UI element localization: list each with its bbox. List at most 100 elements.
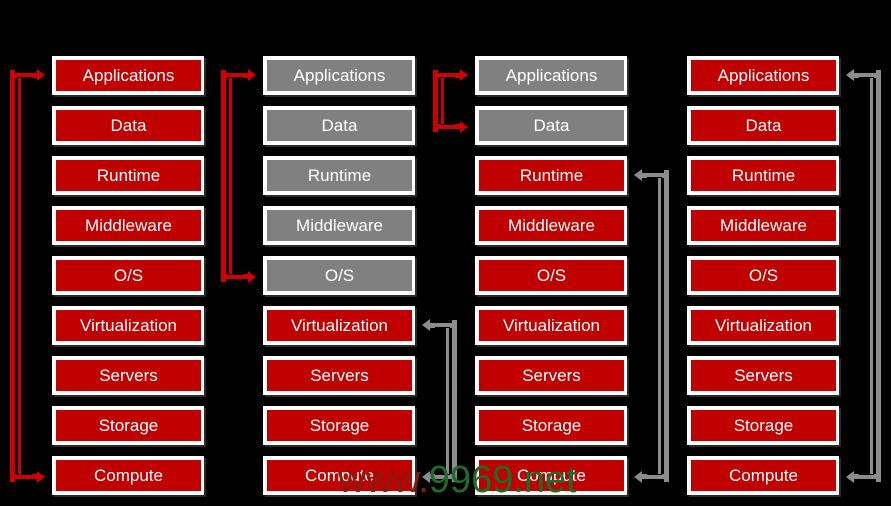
bracket-spine — [433, 69, 438, 132]
bracket-arrowhead-bottom — [248, 270, 256, 283]
layer-box-middleware[interactable]: Middleware — [263, 206, 415, 245]
layer-box-o-s[interactable]: O/S — [263, 256, 415, 295]
bracket-groove-top — [859, 76, 874, 78]
bracket-arm-bottom — [429, 473, 457, 479]
layer-box-data[interactable]: Data — [263, 106, 415, 145]
bracket-groove-top — [228, 76, 243, 78]
layer-box-label: Virtualization — [714, 316, 813, 335]
column-3-bracket-left-red — [433, 68, 468, 133]
layer-box-label: Virtualization — [502, 316, 601, 335]
bracket-groove-vertical — [449, 326, 450, 475]
layer-box-applications[interactable]: Applications — [687, 56, 839, 95]
layer-box-label: Applications — [82, 66, 175, 85]
layer-box-label: O/S — [748, 266, 779, 285]
layer-box-label: Applications — [505, 66, 598, 85]
layer-box-storage[interactable]: Storage — [475, 406, 627, 445]
layer-box-runtime[interactable]: Runtime — [52, 156, 204, 195]
layer-box-label: Runtime — [519, 166, 584, 185]
layer-box-compute[interactable]: Compute — [52, 456, 204, 495]
layer-box-label: Middleware — [296, 216, 383, 235]
layer-box-label: Compute — [305, 466, 374, 485]
layer-box-virtualization[interactable]: Virtualization — [52, 306, 204, 345]
column-2: Applications Data Runtime Middleware O/S Virt… — [263, 56, 415, 506]
bracket-arrowhead-top — [422, 318, 430, 331]
layer-box-label: Runtime — [96, 166, 161, 185]
column-1: Applications Data Runtime Middleware O/S Virt… — [52, 56, 204, 506]
layer-box-label: Servers — [99, 366, 158, 385]
layer-box-data[interactable]: Data — [52, 106, 204, 145]
bracket-arrowhead-top — [460, 68, 468, 81]
column-4: Applications Data Runtime Middleware O/S Virt… — [687, 56, 839, 506]
layer-box-label: Data — [533, 116, 570, 135]
layer-box-applications[interactable]: Applications — [475, 56, 627, 95]
layer-box-label: O/S — [536, 266, 567, 285]
bracket-arm-top — [433, 72, 461, 78]
layer-box-middleware[interactable]: Middleware — [687, 206, 839, 245]
bracket-spine — [221, 69, 226, 282]
layer-box-storage[interactable]: Storage — [263, 406, 415, 445]
bracket-spine-inner — [870, 72, 873, 479]
layer-box-label: O/S — [113, 266, 144, 285]
layer-box-virtualization[interactable]: Virtualization — [263, 306, 415, 345]
layer-box-applications[interactable]: Applications — [52, 56, 204, 95]
bracket-groove-bottom — [17, 473, 32, 475]
bracket-arm-top — [853, 72, 881, 78]
bracket-arm-top — [221, 72, 249, 78]
layer-box-label: Applications — [717, 66, 810, 85]
layer-box-servers[interactable]: Servers — [687, 356, 839, 395]
layer-box-label: Compute — [94, 466, 163, 485]
bracket-arrowhead-top — [37, 68, 45, 81]
bracket-arm-bottom — [853, 473, 881, 479]
layer-box-virtualization[interactable]: Virtualization — [475, 306, 627, 345]
layer-box-label: Storage — [309, 416, 370, 435]
layer-box-label: Storage — [733, 416, 794, 435]
layer-box-runtime[interactable]: Runtime — [687, 156, 839, 195]
layer-box-o-s[interactable]: O/S — [475, 256, 627, 295]
bracket-arrowhead-bottom — [460, 120, 468, 133]
layer-box-servers[interactable]: Servers — [263, 356, 415, 395]
layer-box-middleware[interactable]: Middleware — [52, 206, 204, 245]
layer-box-compute[interactable]: Compute — [687, 456, 839, 495]
layer-box-storage[interactable]: Storage — [52, 406, 204, 445]
layer-box-label: Servers — [522, 366, 581, 385]
layer-box-runtime[interactable]: Runtime — [475, 156, 627, 195]
column-2-bracket-left-red — [221, 68, 256, 283]
bracket-arrowhead-bottom — [422, 470, 430, 483]
bracket-arrowhead-top — [846, 68, 854, 81]
layer-box-servers[interactable]: Servers — [475, 356, 627, 395]
bracket-spine-inner — [441, 72, 444, 129]
layer-box-compute[interactable]: Compute — [263, 456, 415, 495]
bracket-spine — [10, 69, 15, 482]
layer-box-middleware[interactable]: Middleware — [475, 206, 627, 245]
bracket-arm-bottom — [10, 473, 38, 479]
layer-box-label: Data — [110, 116, 147, 135]
layer-box-label: Compute — [517, 466, 586, 485]
bracket-groove-vertical — [440, 76, 441, 125]
layer-box-label: Servers — [310, 366, 369, 385]
bracket-groove-bottom — [647, 473, 662, 475]
column-3-bracket-right-grey — [634, 168, 669, 483]
layer-box-applications[interactable]: Applications — [263, 56, 415, 95]
layer-box-label: O/S — [324, 266, 355, 285]
bracket-spine — [664, 169, 669, 482]
layer-box-runtime[interactable]: Runtime — [263, 156, 415, 195]
layer-box-data[interactable]: Data — [687, 106, 839, 145]
column-4-bracket-right-grey — [846, 68, 881, 483]
bracket-spine-inner — [18, 72, 21, 479]
layer-box-data[interactable]: Data — [475, 106, 627, 145]
bracket-groove-vertical — [228, 76, 229, 275]
layer-box-storage[interactable]: Storage — [687, 406, 839, 445]
layer-box-label: Middleware — [85, 216, 172, 235]
bracket-groove-top — [647, 176, 662, 178]
layer-box-o-s[interactable]: O/S — [687, 256, 839, 295]
layer-box-label: Runtime — [731, 166, 796, 185]
layer-box-label: Servers — [734, 366, 793, 385]
layer-box-compute[interactable]: Compute — [475, 456, 627, 495]
bracket-groove-vertical — [17, 76, 18, 475]
layer-box-label: Virtualization — [290, 316, 389, 335]
bracket-groove-vertical — [661, 176, 662, 475]
layer-box-o-s[interactable]: O/S — [52, 256, 204, 295]
bracket-arm-bottom — [641, 473, 669, 479]
layer-box-virtualization[interactable]: Virtualization — [687, 306, 839, 345]
layer-box-servers[interactable]: Servers — [52, 356, 204, 395]
